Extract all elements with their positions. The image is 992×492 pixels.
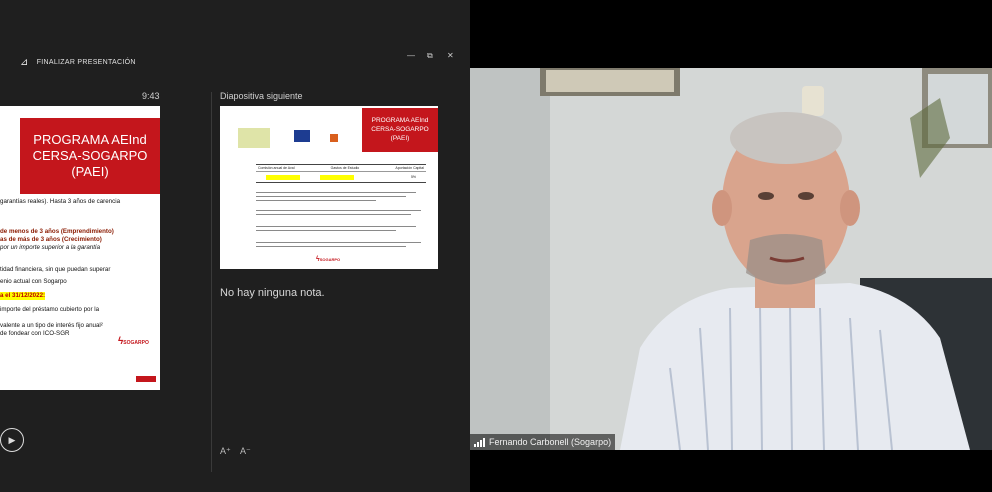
ministry-logo (330, 134, 338, 142)
finalize-presentation-button[interactable]: ⊿ FINALIZAR PRESENTACIÓN (20, 57, 136, 68)
slide-line: as de más de 3 años (Crecimiento) (0, 236, 102, 243)
highlight (266, 175, 300, 180)
logo-text: SOGARPO (319, 257, 341, 262)
pane-divider[interactable] (211, 92, 212, 472)
next-slide-table: Comisión anual de Aval Gastos de Estudio… (256, 164, 426, 183)
text-line (256, 226, 416, 227)
increase-font-button[interactable]: A⁺ (220, 446, 231, 457)
slide-line: a el 31/12/2022: (0, 292, 46, 300)
play-button[interactable]: ▶ (0, 428, 24, 452)
text-line (256, 200, 376, 201)
slide-line: de fondear con ICO-SGR (0, 330, 70, 337)
next-slide-preview[interactable]: PROGRAMA AEInd CERSA-SOGARPO (PAEI) Comi… (220, 106, 438, 269)
speaker-notes[interactable]: No hay ninguna nota. (220, 287, 325, 299)
participant-name: Fernando Carbonell (Sogarpo) (489, 437, 612, 447)
slide-line: por un importe superior a la garantía (0, 244, 101, 251)
play-icon: ▶ (8, 434, 16, 445)
table-header: Aportación Capital (395, 166, 424, 170)
slide-line: valente a un tipo de interés fijo anual² (0, 322, 103, 329)
slideshow-icon: ⊿ (20, 57, 29, 68)
slide-line: importe del préstamo cubierto por la (0, 306, 100, 313)
current-slide-preview[interactable]: PROGRAMA AEInd CERSA-SOGARPO (PAEI) gara… (0, 106, 160, 390)
maximize-button[interactable]: ⧉ (427, 51, 433, 61)
text-line (256, 246, 406, 247)
slide-line: garantías reales). Hasta 3 años de caren… (0, 198, 121, 205)
close-button[interactable]: ✕ (447, 51, 454, 60)
signal-strength-icon (474, 437, 485, 447)
slide-footer-mark (136, 376, 156, 382)
decrease-font-button[interactable]: A⁻ (240, 446, 251, 457)
eu-flag-icon (294, 130, 310, 142)
presenter-view: ⊿ FINALIZAR PRESENTACIÓN — ⧉ ✕ 9:43 Diap… (0, 0, 470, 492)
partner-logo (238, 128, 270, 148)
current-slide-title: PROGRAMA AEInd CERSA-SOGARPO (PAEI) (20, 118, 160, 194)
slide-line: de menos de 3 años (Emprendimiento) (0, 228, 114, 235)
text-line (256, 196, 406, 197)
table-header: Gastos de Estudio (330, 166, 360, 170)
table-header: Comisión anual de Aval (258, 166, 295, 170)
next-slide-heading: Diapositiva siguiente (220, 91, 303, 101)
text-line (256, 230, 396, 231)
table-cell: 5% (410, 175, 416, 179)
text-line (256, 192, 416, 193)
participant-video[interactable]: Fernando Carbonell (Sogarpo) (470, 68, 992, 450)
text-line (256, 210, 421, 211)
finalize-label: FINALIZAR PRESENTACIÓN (36, 59, 136, 66)
text-line (256, 242, 421, 243)
sogarpo-logo: ϟSOGARPO (118, 336, 149, 347)
next-slide-title: PROGRAMA AEInd CERSA-SOGARPO (PAEI) (362, 108, 438, 152)
minimize-button[interactable]: — (407, 51, 415, 60)
slide-line: enio actual con Sogarpo (0, 278, 67, 285)
sogarpo-logo: ϟSOGARPO (316, 256, 340, 263)
slide-line: tidad financiera, sin que puedan superar (0, 266, 111, 273)
presenter-toolbar: ⊿ FINALIZAR PRESENTACIÓN — ⧉ ✕ (0, 44, 470, 84)
video-frame-image (470, 68, 992, 450)
highlight (320, 175, 354, 180)
text-line (256, 214, 411, 215)
elapsed-time: 9:43 (142, 91, 160, 101)
participant-name-tag: Fernando Carbonell (Sogarpo) (470, 434, 616, 450)
logo-text: SOGARPO (123, 340, 149, 346)
